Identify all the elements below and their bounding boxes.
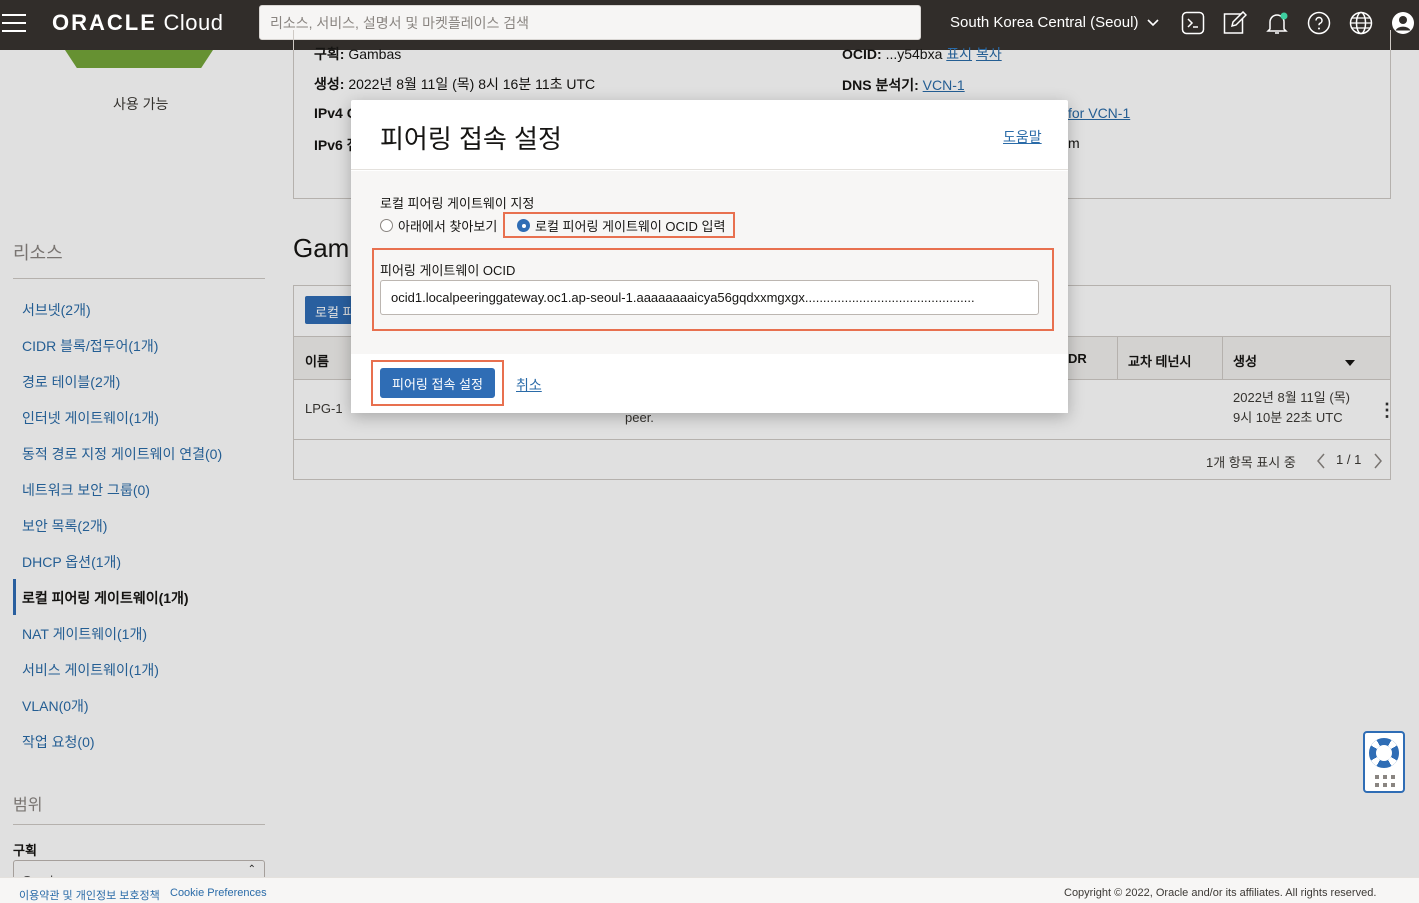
terms-privacy-link[interactable]: 이용약관 및 개인정보 보호정책 <box>19 887 160 903</box>
user-profile-icon[interactable] <box>1390 10 1416 36</box>
hamburger-menu-icon[interactable] <box>2 11 28 35</box>
highlight-box-radio <box>503 212 735 238</box>
dialog-footer: 피어링 접속 설정 취소 <box>351 354 1068 413</box>
page-footer: 이용약관 및 개인정보 보호정책 Cookie Preferences Copy… <box>0 877 1419 903</box>
oracle-cloud-logo[interactable]: ORACLE Cloud <box>52 10 224 36</box>
chevron-down-icon <box>1147 14 1159 31</box>
help-widget[interactable] <box>1363 731 1405 793</box>
radio-browse[interactable] <box>380 219 393 232</box>
lifebuoy-icon[interactable] <box>1369 738 1399 768</box>
cookie-preferences-link[interactable]: Cookie Preferences <box>170 887 267 899</box>
cancel-link[interactable]: 취소 <box>516 375 542 395</box>
peer-ocid-input[interactable]: ocid1.localpeeringgateway.oc1.ap-seoul-1… <box>380 280 1039 315</box>
radio-browse-option[interactable]: 아래에서 찾아보기 <box>380 216 497 235</box>
copyright-text: Copyright © 2022, Oracle and/or its affi… <box>1064 887 1377 899</box>
region-selector[interactable]: South Korea Central (Seoul) <box>950 14 1159 31</box>
radio-browse-label: 아래에서 찾아보기 <box>398 219 498 234</box>
highlight-box-button <box>371 360 504 406</box>
specify-lpg-label: 로컬 피어링 게이트웨이 지정 <box>380 196 535 211</box>
drag-grip-icon[interactable] <box>1375 775 1395 787</box>
dialog-title: 피어링 접속 설정 <box>380 124 562 154</box>
dialog-header: 피어링 접속 설정 도움말 <box>351 100 1068 170</box>
establish-peering-dialog: 피어링 접속 설정 도움말 로컬 피어링 게이트웨이 지정 아래에서 찾아보기 … <box>351 100 1068 413</box>
ocid-field-label: 피어링 게이트웨이 OCID <box>380 263 516 278</box>
help-link[interactable]: 도움말 <box>1003 127 1042 147</box>
region-label: South Korea Central (Seoul) <box>950 14 1139 31</box>
dialog-body: 로컬 피어링 게이트웨이 지정 아래에서 찾아보기 로컬 피어링 게이트웨이 O… <box>351 171 1068 354</box>
